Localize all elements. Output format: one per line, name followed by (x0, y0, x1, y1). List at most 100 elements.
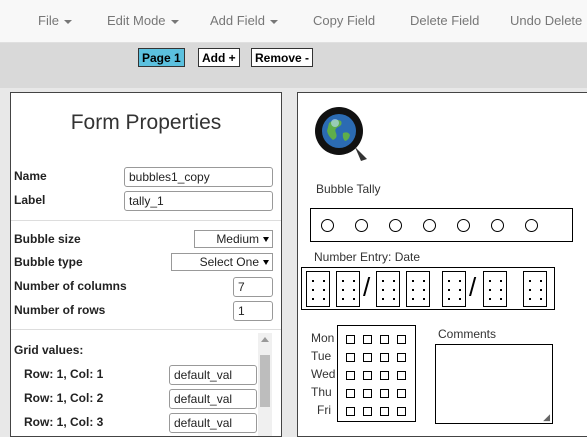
menu-add-field[interactable]: Add Field (210, 13, 278, 28)
dot (540, 298, 542, 300)
page-1-button[interactable]: Page 1 (138, 48, 185, 67)
dot (529, 289, 531, 291)
bubble-option[interactable] (491, 219, 504, 232)
dot (342, 280, 344, 282)
dot (382, 289, 384, 291)
menu-file[interactable]: File (38, 13, 72, 28)
dot (423, 298, 425, 300)
grid-value-input[interactable]: default_val (169, 389, 257, 409)
day-checkbox[interactable] (363, 353, 372, 362)
bubble-type-value: Select One (199, 255, 259, 269)
divider (11, 220, 281, 221)
day-checkbox[interactable] (363, 335, 372, 344)
add-page-button[interactable]: Add + (198, 48, 240, 67)
menu-edit-mode[interactable]: Edit Mode (107, 13, 179, 28)
day-checkbox[interactable] (346, 407, 355, 416)
digit-box[interactable] (336, 271, 360, 307)
dot (489, 289, 491, 291)
columns-input[interactable]: 7 (233, 277, 273, 297)
digit-box[interactable] (306, 271, 330, 307)
day-checkbox[interactable] (380, 407, 389, 416)
day-checkbox[interactable] (397, 353, 406, 362)
bubble-option[interactable] (457, 219, 470, 232)
digit-box[interactable] (376, 271, 400, 307)
comments-label: Comments (438, 327, 497, 341)
day-checkbox[interactable] (346, 353, 355, 362)
number-entry-field[interactable]: / / (301, 267, 555, 310)
dot (500, 298, 502, 300)
dot (448, 298, 450, 300)
columns-label: Number of columns (14, 279, 127, 293)
bubble-size-select[interactable]: Medium (194, 230, 273, 248)
day-checkbox[interactable] (380, 353, 389, 362)
dot (412, 280, 414, 282)
digit-box[interactable] (442, 271, 466, 307)
dot (412, 298, 414, 300)
day-checkbox[interactable] (397, 371, 406, 380)
dot (423, 289, 425, 291)
bubble-option[interactable] (423, 219, 436, 232)
day-checkbox[interactable] (380, 335, 389, 344)
bubble-type-select[interactable]: Select One (171, 253, 273, 271)
dropdown-arrow-icon (263, 237, 269, 243)
date-separator: / (363, 272, 371, 302)
grid-value-input[interactable]: default_val (169, 413, 257, 433)
day-checkbox[interactable] (363, 371, 372, 380)
dot (393, 289, 395, 291)
day-checkbox[interactable] (380, 389, 389, 398)
dot (312, 280, 314, 282)
scroll-up-icon[interactable] (261, 337, 269, 342)
day-checkbox[interactable] (397, 389, 406, 398)
bubble-option[interactable] (389, 219, 402, 232)
dot (353, 280, 355, 282)
rows-label: Number of rows (14, 303, 106, 317)
grid-row-label: Row: 1, Col: 2 (24, 391, 104, 405)
dot (448, 289, 450, 291)
day-checkbox[interactable] (346, 335, 355, 344)
day-checkbox[interactable] (380, 371, 389, 380)
resize-handle-icon[interactable]: ◢ (543, 412, 550, 423)
grid-values-label: Grid values: (14, 343, 84, 357)
dot (323, 280, 325, 282)
day-checkbox[interactable] (397, 335, 406, 344)
grid-value-input[interactable]: default_val (169, 365, 257, 385)
label-input[interactable]: tally_1 (124, 191, 273, 211)
grid-row-label: Row: 1, Col: 1 (24, 367, 104, 381)
menu-undo-delete[interactable]: Undo Delete (510, 13, 582, 28)
menu-edit-mode-label: Edit Mode (107, 13, 166, 28)
remove-page-button[interactable]: Remove - (251, 48, 314, 67)
number-entry-label: Number Entry: Date (314, 250, 421, 264)
dot (459, 289, 461, 291)
day-label: Tue (311, 349, 332, 363)
menu-file-label: File (38, 13, 59, 28)
bubble-option[interactable] (321, 219, 334, 232)
menu-delete-field[interactable]: Delete Field (410, 13, 479, 28)
rows-input[interactable]: 1 (233, 301, 273, 321)
dot (489, 280, 491, 282)
comments-textarea[interactable]: ◢ (435, 344, 553, 424)
dot (459, 298, 461, 300)
day-checkbox[interactable] (363, 389, 372, 398)
grid-row-label: Row: 1, Col: 3 (24, 415, 104, 429)
day-checkbox[interactable] (397, 407, 406, 416)
label-label: Label (14, 193, 46, 207)
dot (500, 280, 502, 282)
digit-box[interactable] (406, 271, 430, 307)
dot (382, 298, 384, 300)
bubble-option[interactable] (525, 219, 538, 232)
bubble-tally-field[interactable] (310, 208, 573, 242)
day-checkbox[interactable] (363, 407, 372, 416)
scrollbar-thumb[interactable] (260, 355, 270, 407)
digit-box[interactable] (483, 271, 507, 307)
bubble-size-label: Bubble size (14, 232, 81, 246)
bubble-option[interactable] (355, 219, 368, 232)
name-input[interactable]: bubbles1_copy (124, 167, 273, 187)
grid-values-scrollbar[interactable] (258, 333, 272, 436)
digit-box[interactable] (523, 271, 547, 307)
day-checkbox[interactable] (346, 389, 355, 398)
day-checkbox[interactable] (346, 371, 355, 380)
panel-title: Form Properties (70, 111, 222, 134)
chevron-down-icon (63, 19, 72, 24)
menu-copy-field[interactable]: Copy Field (313, 13, 375, 28)
form-properties-panel: Form Properties Name bubbles1_copy Label… (10, 92, 282, 437)
